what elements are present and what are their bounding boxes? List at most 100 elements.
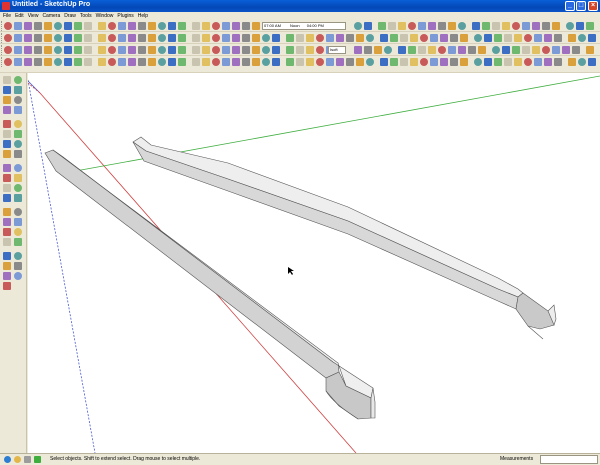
menu-help[interactable]: Help xyxy=(138,12,152,20)
modeling-viewport[interactable] xyxy=(28,73,600,453)
open-icon[interactable] xyxy=(14,22,22,30)
plugin-b-icon[interactable] xyxy=(428,46,436,54)
display-section-icon[interactable] xyxy=(252,58,260,66)
ruby-console-icon[interactable] xyxy=(408,46,416,54)
plugin-a-icon[interactable] xyxy=(418,46,426,54)
ground-icon[interactable] xyxy=(420,58,428,66)
previous-tool-icon[interactable] xyxy=(14,218,22,226)
guide-point-icon[interactable] xyxy=(44,58,52,66)
sky-icon[interactable] xyxy=(202,58,210,66)
zoom-extents-icon[interactable] xyxy=(138,22,146,30)
arc-icon[interactable] xyxy=(306,34,314,42)
make-component-icon[interactable] xyxy=(212,34,220,42)
interact-icon[interactable] xyxy=(84,46,92,54)
maximize-button[interactable]: □ xyxy=(576,1,586,11)
back-edges-icon[interactable] xyxy=(178,58,186,66)
endpoints-icon[interactable] xyxy=(588,58,596,66)
back-edges-icon[interactable] xyxy=(410,58,418,66)
menu-draw[interactable]: Draw xyxy=(64,12,80,20)
3d-text-icon[interactable] xyxy=(484,34,492,42)
save-icon[interactable] xyxy=(24,22,32,30)
edge-style-icon[interactable] xyxy=(326,58,334,66)
attributes-icon[interactable] xyxy=(108,46,116,54)
help-icon[interactable] xyxy=(34,456,41,463)
union-icon[interactable] xyxy=(222,46,230,54)
stamp-icon[interactable] xyxy=(272,34,280,42)
print-icon[interactable] xyxy=(98,22,106,30)
move-tool-icon[interactable] xyxy=(3,130,11,138)
monochrome-icon[interactable] xyxy=(398,22,406,30)
menu-file[interactable]: File xyxy=(3,12,15,20)
measure-icon[interactable] xyxy=(524,58,532,66)
outer-shell-icon[interactable] xyxy=(492,46,500,54)
cut-plane-icon[interactable] xyxy=(232,58,240,66)
board-back[interactable] xyxy=(132,136,557,340)
show-axes-icon[interactable] xyxy=(450,58,458,66)
extension-icon[interactable] xyxy=(380,58,388,66)
paint-bucket-icon[interactable] xyxy=(192,34,200,42)
next-view-icon[interactable] xyxy=(158,22,166,30)
dynamic-component-icon[interactable] xyxy=(512,46,520,54)
style-field[interactable]: Isoft xyxy=(328,46,346,54)
toggle-terrain-icon[interactable] xyxy=(168,46,176,54)
paint-bucket-tool-icon[interactable] xyxy=(3,86,11,94)
measurements-input[interactable] xyxy=(540,455,598,464)
split-icon[interactable] xyxy=(252,46,260,54)
share-component-tool-icon[interactable] xyxy=(14,272,22,280)
new-icon[interactable] xyxy=(4,22,12,30)
erase-icon[interactable] xyxy=(64,22,72,30)
protractor-icon[interactable] xyxy=(138,34,146,42)
plugin-b-icon[interactable] xyxy=(202,46,210,54)
section-plane-tool-icon[interactable] xyxy=(14,238,22,246)
rectangle-icon[interactable] xyxy=(336,34,344,42)
dynamic-component-icon[interactable] xyxy=(286,46,294,54)
component-icon[interactable] xyxy=(428,22,436,30)
open-icon[interactable] xyxy=(512,22,520,30)
rectangle-tool-icon[interactable] xyxy=(3,96,11,104)
walk-icon[interactable] xyxy=(222,34,230,42)
smoove-icon[interactable] xyxy=(262,34,270,42)
solid-tools-icon[interactable] xyxy=(272,46,280,54)
left-icon[interactable] xyxy=(242,22,250,30)
edit-match-icon[interactable] xyxy=(562,46,570,54)
offset-icon[interactable] xyxy=(390,34,398,42)
hidden-geometry-icon[interactable] xyxy=(158,58,166,66)
iso-icon[interactable] xyxy=(192,22,200,30)
section-fill-icon[interactable] xyxy=(262,58,270,66)
add-location-icon[interactable] xyxy=(158,46,166,54)
display-section-icon[interactable] xyxy=(24,58,32,66)
interact-icon[interactable] xyxy=(296,46,304,54)
dimension-icon[interactable] xyxy=(450,34,458,42)
right-icon[interactable] xyxy=(222,22,230,30)
close-button[interactable]: × xyxy=(588,1,598,11)
depth-cue-icon[interactable] xyxy=(578,58,586,66)
orbit-icon[interactable] xyxy=(108,22,116,30)
make-component-icon[interactable] xyxy=(514,34,522,42)
rotate-icon[interactable] xyxy=(108,34,116,42)
guide-line-icon[interactable] xyxy=(286,58,294,66)
user-icon[interactable] xyxy=(24,456,31,463)
location-icon[interactable] xyxy=(138,46,146,54)
ruby-console-icon[interactable] xyxy=(178,46,186,54)
tape-measure-icon[interactable] xyxy=(430,34,438,42)
shadow-time-slider[interactable]: 07:00 AM Noon 04:00 PM xyxy=(262,22,346,30)
look-around-icon[interactable] xyxy=(232,34,240,42)
watermark-icon[interactable] xyxy=(440,58,448,66)
align-view-icon[interactable] xyxy=(474,58,482,66)
fog-icon[interactable] xyxy=(178,22,186,30)
show-axes-icon[interactable] xyxy=(222,58,230,66)
layer-color-icon[interactable] xyxy=(534,58,542,66)
guide-line-icon[interactable] xyxy=(54,58,62,66)
tape-measure-tool-icon[interactable] xyxy=(3,164,11,172)
flip-edge-icon[interactable] xyxy=(296,34,304,42)
minimize-button[interactable]: _ xyxy=(565,1,575,11)
offset-icon[interactable] xyxy=(84,34,92,42)
undo-icon[interactable] xyxy=(576,22,584,30)
follow-me-icon[interactable] xyxy=(380,34,388,42)
color-by-layer-icon[interactable] xyxy=(168,58,176,66)
share-model-icon[interactable] xyxy=(458,22,466,30)
rectangle-icon[interactable] xyxy=(34,34,42,42)
color-by-layer-icon[interactable] xyxy=(400,58,408,66)
drape-icon[interactable] xyxy=(588,34,596,42)
profile-icon[interactable] xyxy=(568,58,576,66)
